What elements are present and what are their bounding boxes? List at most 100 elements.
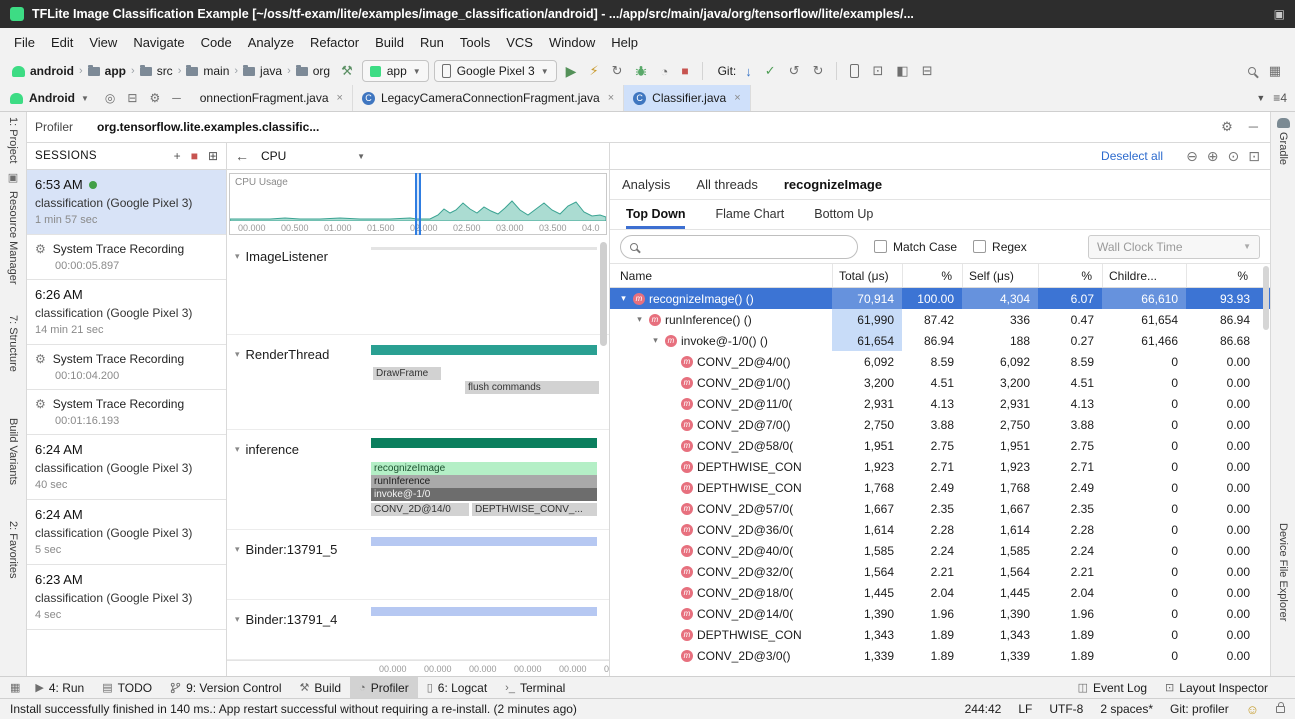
tab-recognizeimage[interactable]: recognizeImage [784, 177, 882, 192]
session-item[interactable]: 6:24 AMclassification (Google Pixel 3)40… [27, 435, 226, 500]
session-item[interactable]: 6:24 AMclassification (Google Pixel 3)5 … [27, 500, 226, 565]
run-button[interactable]: ▶ [562, 60, 581, 82]
table-scrollbar[interactable] [1263, 266, 1269, 330]
table-row-recognizeimage[interactable]: ▾mrecognizeImage() ()70,914100.004,3046.… [610, 288, 1270, 309]
status-widget-lf[interactable]: LF [1018, 702, 1032, 716]
column-header-[interactable]: % [1186, 264, 1258, 287]
expand-arrow-icon[interactable]: ▾ [618, 293, 629, 304]
thread-row-renderthread[interactable]: ▾RenderThreadDrawFrameflush commands [227, 335, 609, 430]
collapse-all-icon[interactable]: ⊟ [121, 85, 143, 111]
settings-icon[interactable]: ⚙ [143, 85, 166, 111]
tool-stripe-favorites[interactable]: 2: Favorites [7, 521, 19, 578]
zoom-to-selection-icon[interactable]: ⊡ [1248, 148, 1260, 165]
tool-window-button-9-version-control[interactable]: 9: Version Control [161, 677, 290, 698]
locate-file-icon[interactable]: ◎ [99, 85, 121, 111]
deselect-all-link[interactable]: Deselect all [1101, 149, 1163, 163]
subtab-flame-chart[interactable]: Flame Chart [715, 200, 784, 229]
menu-item-tools[interactable]: Tools [452, 32, 498, 53]
hide-panel-icon[interactable]: ─ [166, 85, 187, 111]
feedback-smiley-icon[interactable]: ☺ [1246, 702, 1259, 717]
search-everywhere-icon[interactable] [1244, 60, 1260, 82]
tab-list-count[interactable]: ≡4 [1273, 91, 1287, 105]
sync-project-icon[interactable]: ⊟ [918, 60, 937, 82]
menu-item-analyze[interactable]: Analyze [240, 32, 302, 53]
trace-span-recognizeimage[interactable]: recognizeImage [371, 462, 597, 475]
git-history-button[interactable]: ↺ [785, 60, 804, 82]
stop-button[interactable]: ■ [677, 60, 692, 82]
trace-span-depthwise-conv[interactable]: DEPTHWISE_CONV_... [472, 503, 597, 516]
table-row-depthwise-con[interactable]: mDEPTHWISE_CON1,7682.491,7682.4900.00 [610, 477, 1270, 498]
table-row-conv-2d-40-0[interactable]: mCONV_2D@40/0(1,5852.241,5852.2400.00 [610, 540, 1270, 561]
table-row-conv-2d-14-0[interactable]: mCONV_2D@14/0(1,3901.961,3901.9600.00 [610, 603, 1270, 624]
tool-stripe-build-variants[interactable]: Build Variants [7, 418, 19, 485]
column-header-[interactable]: % [902, 264, 962, 287]
session-item[interactable]: 6:53 AMclassification (Google Pixel 3)1 … [27, 170, 226, 235]
apply-changes-button[interactable]: ⚡ [585, 60, 602, 82]
trace-span[interactable] [371, 345, 597, 355]
close-tab-icon[interactable]: × [608, 92, 614, 104]
status-widget-git-profiler[interactable]: Git: profiler [1170, 702, 1229, 716]
profile-avatar-icon[interactable]: ▦ [1265, 60, 1285, 82]
status-widget-2-spaces[interactable]: 2 spaces* [1100, 702, 1153, 716]
git-commit-button[interactable]: ✓ [761, 60, 780, 82]
tool-window-button-event-log[interactable]: ◫Event Log [1069, 677, 1156, 698]
trace-span-runinference[interactable]: runInference [371, 475, 597, 488]
lock-icon[interactable] [1276, 706, 1285, 713]
hide-icon[interactable]: ─ [1249, 119, 1258, 135]
menu-item-navigate[interactable]: Navigate [125, 32, 192, 53]
menu-item-build[interactable]: Build [367, 32, 412, 53]
table-row-depthwise-con[interactable]: mDEPTHWISE_CON1,3431.891,3431.8900.00 [610, 624, 1270, 645]
breadcrumb-item-src[interactable]: src [138, 64, 175, 78]
hidden-tabs-icon[interactable]: ▼ [1256, 93, 1265, 103]
zoom-in-icon[interactable]: ⊕ [1207, 148, 1219, 165]
breadcrumb-item-java[interactable]: java [241, 64, 284, 78]
collapse-arrow-icon[interactable]: ▾ [235, 349, 240, 360]
session-item[interactable]: 6:26 AMclassification (Google Pixel 3)14… [27, 280, 226, 345]
menu-item-help[interactable]: Help [603, 32, 646, 53]
wrench-icon[interactable]: ⚒ [337, 60, 357, 82]
regex-checkbox[interactable]: Regex [973, 240, 1027, 254]
close-tab-icon[interactable]: × [734, 92, 740, 104]
table-row-runinference[interactable]: ▾mrunInference() ()61,99087.423360.4761,… [610, 309, 1270, 330]
column-header-childre[interactable]: Childre... [1102, 264, 1186, 287]
thread-row-binder-13791-5[interactable]: ▾Binder:13791_5 [227, 530, 609, 600]
column-header-[interactable]: % [1038, 264, 1102, 287]
menu-item-view[interactable]: View [81, 32, 125, 53]
tool-window-button-terminal[interactable]: ›_Terminal [496, 677, 574, 698]
editor-tab-onnectionfragment-java[interactable]: onnectionFragment.java× [191, 85, 353, 111]
table-row-conv-2d-3-0[interactable]: mCONV_2D@3/0()1,3391.891,3391.8900.00 [610, 645, 1270, 666]
table-row-conv-2d-18-0[interactable]: mCONV_2D@18/0(1,4452.041,4452.0400.00 [610, 582, 1270, 603]
table-row-conv-2d-1-0[interactable]: mCONV_2D@1/0()3,2004.513,2004.5100.00 [610, 372, 1270, 393]
column-header-name[interactable]: Name [610, 264, 832, 287]
trace-span-invoke-1-0[interactable]: invoke@-1/0 [371, 488, 597, 501]
thread-row-inference[interactable]: ▾inferencerecognizeImagerunInferenceinvo… [227, 430, 609, 530]
search-box[interactable] [620, 235, 858, 259]
trace-span[interactable] [371, 607, 597, 616]
tool-stripe-gradle[interactable]: Gradle [1277, 132, 1289, 165]
menu-item-run[interactable]: Run [412, 32, 452, 53]
table-row-conv-2d-58-0[interactable]: mCONV_2D@58/0(1,9512.751,9512.7500.00 [610, 435, 1270, 456]
bookmark-icon[interactable]: ▣ [8, 171, 18, 184]
tool-window-button-layout-inspector[interactable]: ⊡Layout Inspector [1156, 677, 1277, 698]
tool-stripe-structure[interactable]: 7: Structure [7, 315, 19, 372]
profile-button[interactable]: ◔ [656, 60, 672, 82]
recording-item[interactable]: ⚙System Trace Recording00:01:16.193 [27, 390, 226, 435]
trace-span[interactable] [371, 537, 597, 546]
session-item[interactable]: 6:23 AMclassification (Google Pixel 3)4 … [27, 565, 226, 630]
tab-all-threads[interactable]: All threads [696, 177, 757, 192]
menu-item-file[interactable]: File [6, 32, 43, 53]
trace-span[interactable] [371, 247, 597, 250]
status-widget-244-42[interactable]: 244:42 [965, 702, 1002, 716]
table-row-conv-2d-32-0[interactable]: mCONV_2D@32/0(1,5642.211,5642.2100.00 [610, 561, 1270, 582]
expand-arrow-icon[interactable]: ▾ [634, 314, 645, 325]
editor-tab-classifier-java[interactable]: CClassifier.java× [624, 85, 750, 111]
breadcrumb-item-android[interactable]: android [10, 64, 76, 78]
collapse-arrow-icon[interactable]: ▾ [235, 444, 240, 455]
table-row-conv-2d-7-0[interactable]: mCONV_2D@7/0()2,7503.882,7503.8800.00 [610, 414, 1270, 435]
tool-window-button-6-logcat[interactable]: ▯6: Logcat [418, 677, 496, 698]
subtab-bottom-up[interactable]: Bottom Up [814, 200, 873, 229]
gear-icon[interactable]: ⚙ [1221, 119, 1233, 135]
device-manager-icon[interactable] [846, 60, 863, 82]
profiler-session-tab[interactable]: org.tensorflow.lite.examples.classific..… [85, 112, 331, 142]
recording-item[interactable]: ⚙System Trace Recording00:00:05.897 [27, 235, 226, 280]
